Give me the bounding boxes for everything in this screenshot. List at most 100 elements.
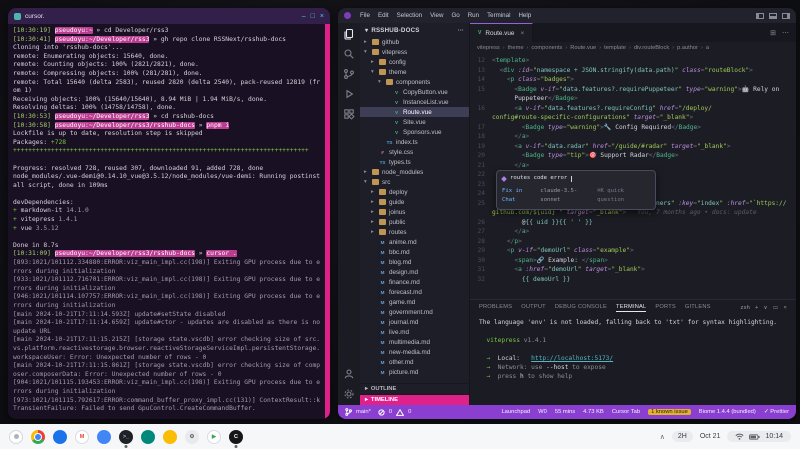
close-button[interactable]: × [320, 13, 324, 20]
gmail-app[interactable]: M [75, 430, 89, 444]
tree-item[interactable]: Mdesign.md [360, 267, 469, 277]
files-app[interactable] [53, 430, 67, 444]
statusbar-item[interactable]: Launchpad [501, 409, 530, 415]
shell-label[interactable]: zsh [741, 305, 750, 311]
inline-chat-input[interactable]: routes code error [510, 174, 567, 184]
toggle-panel-icon[interactable] [769, 13, 777, 19]
tree-item[interactable]: ▸joinus [360, 207, 469, 217]
close-panel-icon[interactable]: × [783, 305, 787, 311]
problems-indicator[interactable]: 0 0 [378, 409, 411, 416]
tree-item[interactable]: ▾src [360, 177, 469, 187]
chevron-up-icon[interactable]: ∧ [660, 433, 665, 441]
tree-item[interactable]: ▾components [360, 77, 469, 87]
search-icon[interactable] [343, 48, 355, 60]
tree-item[interactable]: Mfinance.md [360, 277, 469, 287]
tree-item[interactable]: ▸github [360, 37, 469, 47]
tree-item[interactable]: ▾vitepress [360, 47, 469, 57]
tree-item[interactable]: Mother.md [360, 357, 469, 367]
menu-file[interactable]: File [356, 12, 374, 19]
menu-help[interactable]: Help [514, 12, 535, 19]
terminal-dropdown-icon[interactable]: ∨ [764, 305, 768, 311]
panel-tab-gitlens[interactable]: GITLENS [685, 304, 711, 312]
tree-item[interactable]: VSponsors.vue [360, 127, 469, 137]
tree-item[interactable]: Mgame.md [360, 297, 469, 307]
code-editor[interactable]: 12<template>13 <div :id="namespace + JSO… [470, 54, 796, 299]
tree-item[interactable]: Mnew-media.md [360, 347, 469, 357]
run-debug-icon[interactable] [343, 88, 355, 100]
tree-item[interactable]: #style.css [360, 147, 469, 157]
panel-tab-ports[interactable]: PORTS [655, 304, 676, 312]
tree-item[interactable]: Mbbc.md [360, 247, 469, 257]
tree-item[interactable]: VSite.vue [360, 117, 469, 127]
terminal-scrollbar[interactable] [325, 24, 330, 419]
statusbar-item[interactable]: ✓ Prettier [764, 409, 789, 415]
tree-item[interactable]: Mjournal.md [360, 317, 469, 327]
tree-item[interactable]: TStypes.ts [360, 157, 469, 167]
status-area[interactable]: 10:14 [727, 431, 791, 442]
tree-item[interactable]: ▸deploy [360, 187, 469, 197]
explorer-section-header[interactable]: ▾ RSSHUB-DOCS ⋯ [360, 23, 469, 37]
timeline-section[interactable]: ▸ TIMELINE [360, 394, 469, 405]
tab-route-vue[interactable]: V Route.vue × [470, 23, 533, 42]
integrated-terminal[interactable]: The language 'env' is not loaded, fallin… [470, 316, 796, 405]
split-editor-icon[interactable]: ⊞ [770, 29, 776, 37]
photos-app[interactable] [163, 430, 177, 444]
tree-item[interactable]: Mforecast.md [360, 287, 469, 297]
tree-item[interactable]: ▸guide [360, 197, 469, 207]
tree-item[interactable]: VCopyButton.vue [360, 87, 469, 97]
breadcrumb-item[interactable]: p.author [677, 45, 698, 51]
tree-item[interactable]: ▸node_modules [360, 167, 469, 177]
panel-tab-output[interactable]: OUTPUT [521, 304, 546, 312]
account-icon[interactable] [343, 368, 355, 380]
fix-in-chat-button[interactable]: Fix in Chat [502, 187, 536, 206]
statusbar-item[interactable]: Biome 1.4.4 (bundled) [699, 409, 756, 415]
tree-item[interactable]: ▸config [360, 57, 469, 67]
terminal-app[interactable]: >_ [119, 430, 133, 444]
maximize-button[interactable]: □ [311, 13, 315, 20]
breadcrumb-item[interactable]: components [531, 45, 562, 51]
tree-item[interactable]: VRoute.vue [360, 107, 469, 117]
tree-item[interactable]: VInstanceList.vue [360, 97, 469, 107]
breadcrumb-item[interactable]: theme [508, 45, 524, 51]
menu-go[interactable]: Go [447, 12, 463, 19]
cursor-app[interactable]: C [229, 430, 243, 444]
cursor-inline-chat-popup[interactable]: routes code error Fix in Chat claude-3.5… [496, 170, 656, 210]
breadcrumb-item[interactable]: div.routeBlock [634, 45, 669, 51]
statusbar-item[interactable]: 1 known issue [648, 409, 691, 415]
tree-item[interactable]: Mlive.md [360, 327, 469, 337]
chrome-app[interactable] [31, 430, 45, 444]
breadcrumb[interactable]: vitepress›theme›components›Route.vue›tem… [470, 42, 796, 54]
source-control-icon[interactable] [343, 68, 355, 80]
explorer-actions-icon[interactable]: ⋯ [458, 27, 464, 34]
tab-close-icon[interactable]: × [520, 30, 524, 37]
menu-run[interactable]: Run [464, 12, 483, 19]
menu-view[interactable]: View [426, 12, 447, 19]
camera-app[interactable] [141, 430, 155, 444]
new-terminal-icon[interactable]: + [755, 305, 759, 311]
tree-item[interactable]: ▾theme [360, 67, 469, 77]
terminal-titlebar[interactable]: cursor. – □ × [8, 8, 330, 24]
kill-terminal-icon[interactable]: ▭ [773, 305, 779, 311]
outline-section[interactable]: ▸ OUTLINE [360, 383, 469, 394]
system-tray[interactable]: ∧ 2H Oct 21 10:14 [660, 431, 791, 442]
editor-more-actions-icon[interactable]: ⋯ [782, 29, 789, 37]
toggle-secondary-sidebar-icon[interactable] [782, 13, 790, 19]
tree-item[interactable]: Manime.md [360, 237, 469, 247]
tree-item[interactable]: ▸routes [360, 227, 469, 237]
explorer-icon[interactable] [343, 28, 355, 40]
breadcrumb-item[interactable]: a [706, 45, 709, 51]
panel-tab-debug-console[interactable]: DEBUG CONSOLE [555, 304, 607, 312]
terminal-output[interactable]: [10:30:19] pseudoyu:~ » cd Developer/rss… [8, 24, 325, 419]
breadcrumb-item[interactable]: vitepress [477, 45, 500, 51]
statusbar-item[interactable]: W0 [538, 409, 547, 415]
tree-item[interactable]: Mblog.md [360, 257, 469, 267]
settings-app[interactable]: ⚙ [185, 430, 199, 444]
tree-item[interactable]: Mpicture.md [360, 367, 469, 377]
breadcrumb-item[interactable]: template [604, 45, 626, 51]
toggle-sidebar-icon[interactable] [756, 13, 764, 19]
tree-item[interactable]: TSindex.ts [360, 137, 469, 147]
menu-terminal[interactable]: Terminal [483, 12, 514, 19]
play-store-app[interactable]: ▶ [207, 430, 221, 444]
statusbar-item[interactable]: 55 mins [555, 409, 575, 415]
panel-tab-problems[interactable]: PROBLEMS [479, 304, 512, 312]
